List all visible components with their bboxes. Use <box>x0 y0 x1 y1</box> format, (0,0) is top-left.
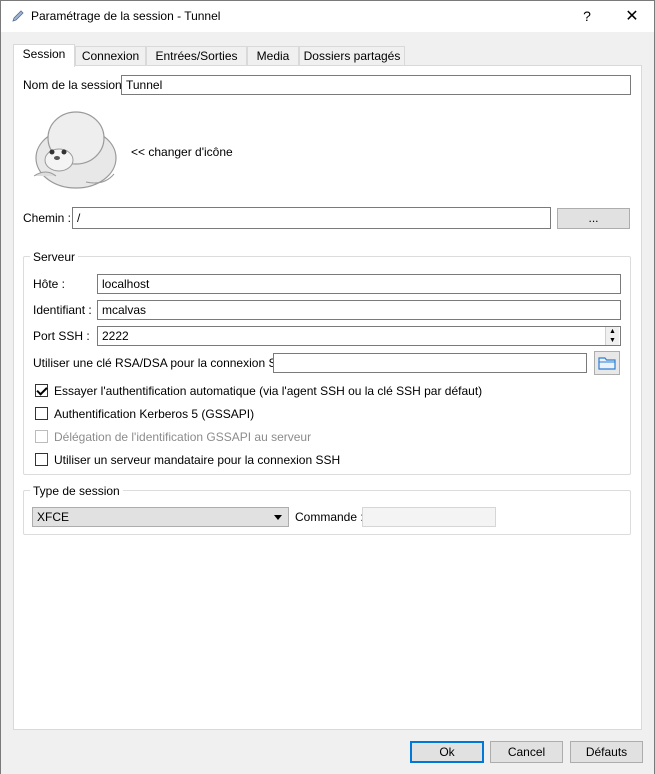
tab-entrees-sorties[interactable]: Entrées/Sorties <box>146 46 247 66</box>
title-bar: Paramétrage de la session - Tunnel ? ✕ <box>1 1 654 32</box>
help-button[interactable]: ? <box>571 1 603 32</box>
close-button[interactable]: ✕ <box>613 1 651 32</box>
seal-icon[interactable] <box>26 106 120 192</box>
kerberos-label: Authentification Kerberos 5 (GSSAPI) <box>54 407 255 421</box>
rsa-key-input[interactable] <box>273 353 587 373</box>
dialog-footer: Ok Cancel Défauts <box>1 732 654 774</box>
login-input[interactable]: mcalvas <box>97 300 621 320</box>
session-name-label: Nom de la session : <box>23 78 129 92</box>
proxy-label: Utiliser un serveur mandataire pour la c… <box>54 453 341 467</box>
cancel-button[interactable]: Cancel <box>490 741 563 763</box>
folder-icon <box>598 357 616 370</box>
session-type-select[interactable]: XFCE <box>32 507 289 527</box>
tab-session[interactable]: Session <box>13 44 75 67</box>
rsa-key-label: Utiliser une clé RSA/DSA pour la connexi… <box>33 356 300 370</box>
browse-key-button[interactable] <box>594 351 620 375</box>
auto-auth-label: Essayer l'authentification automatique (… <box>54 384 483 398</box>
spin-up-icon[interactable]: ▲ <box>606 327 619 336</box>
host-input[interactable]: localhost <box>97 274 621 294</box>
ok-button[interactable]: Ok <box>410 741 484 763</box>
browse-path-button[interactable]: ... <box>557 208 630 229</box>
tab-media[interactable]: Media <box>247 46 299 66</box>
port-input[interactable]: 2222 <box>97 326 621 346</box>
session-type-value: XFCE <box>37 510 70 524</box>
session-settings-dialog: Paramétrage de la session - Tunnel ? ✕ S… <box>0 0 655 774</box>
command-label: Commande : <box>295 510 364 524</box>
defaults-button[interactable]: Défauts <box>570 741 643 763</box>
port-label: Port SSH : <box>33 329 90 343</box>
session-tab-panel: Nom de la session : Tunnel << changer d'… <box>13 65 642 730</box>
spin-down-icon[interactable]: ▼ <box>606 336 619 345</box>
path-label: Chemin : <box>23 211 72 225</box>
gssapi-delegation-checkbox <box>35 430 48 443</box>
dropdown-arrow-icon <box>274 515 282 520</box>
server-group-title: Serveur <box>30 250 79 264</box>
gssapi-delegation-label: Délégation de l'identification GSSAPI au… <box>54 430 312 444</box>
change-icon-link[interactable]: << changer d'icône <box>131 145 233 159</box>
tab-connexion[interactable]: Connexion <box>75 46 146 66</box>
tab-dossiers-partages[interactable]: Dossiers partagés <box>299 46 405 66</box>
proxy-checkbox[interactable] <box>35 453 48 466</box>
window-title: Paramétrage de la session - Tunnel <box>31 9 221 23</box>
command-input <box>362 507 496 527</box>
pen-icon <box>12 10 24 22</box>
host-label: Hôte : <box>33 277 66 291</box>
auto-auth-checkbox[interactable] <box>35 384 48 397</box>
session-name-input[interactable]: Tunnel <box>121 75 631 95</box>
login-label: Identifiant : <box>33 303 92 317</box>
session-type-group-title: Type de session <box>30 484 123 498</box>
port-spinner[interactable]: ▲ ▼ <box>605 327 619 345</box>
path-input[interactable]: / <box>72 207 551 229</box>
kerberos-checkbox[interactable] <box>35 407 48 420</box>
